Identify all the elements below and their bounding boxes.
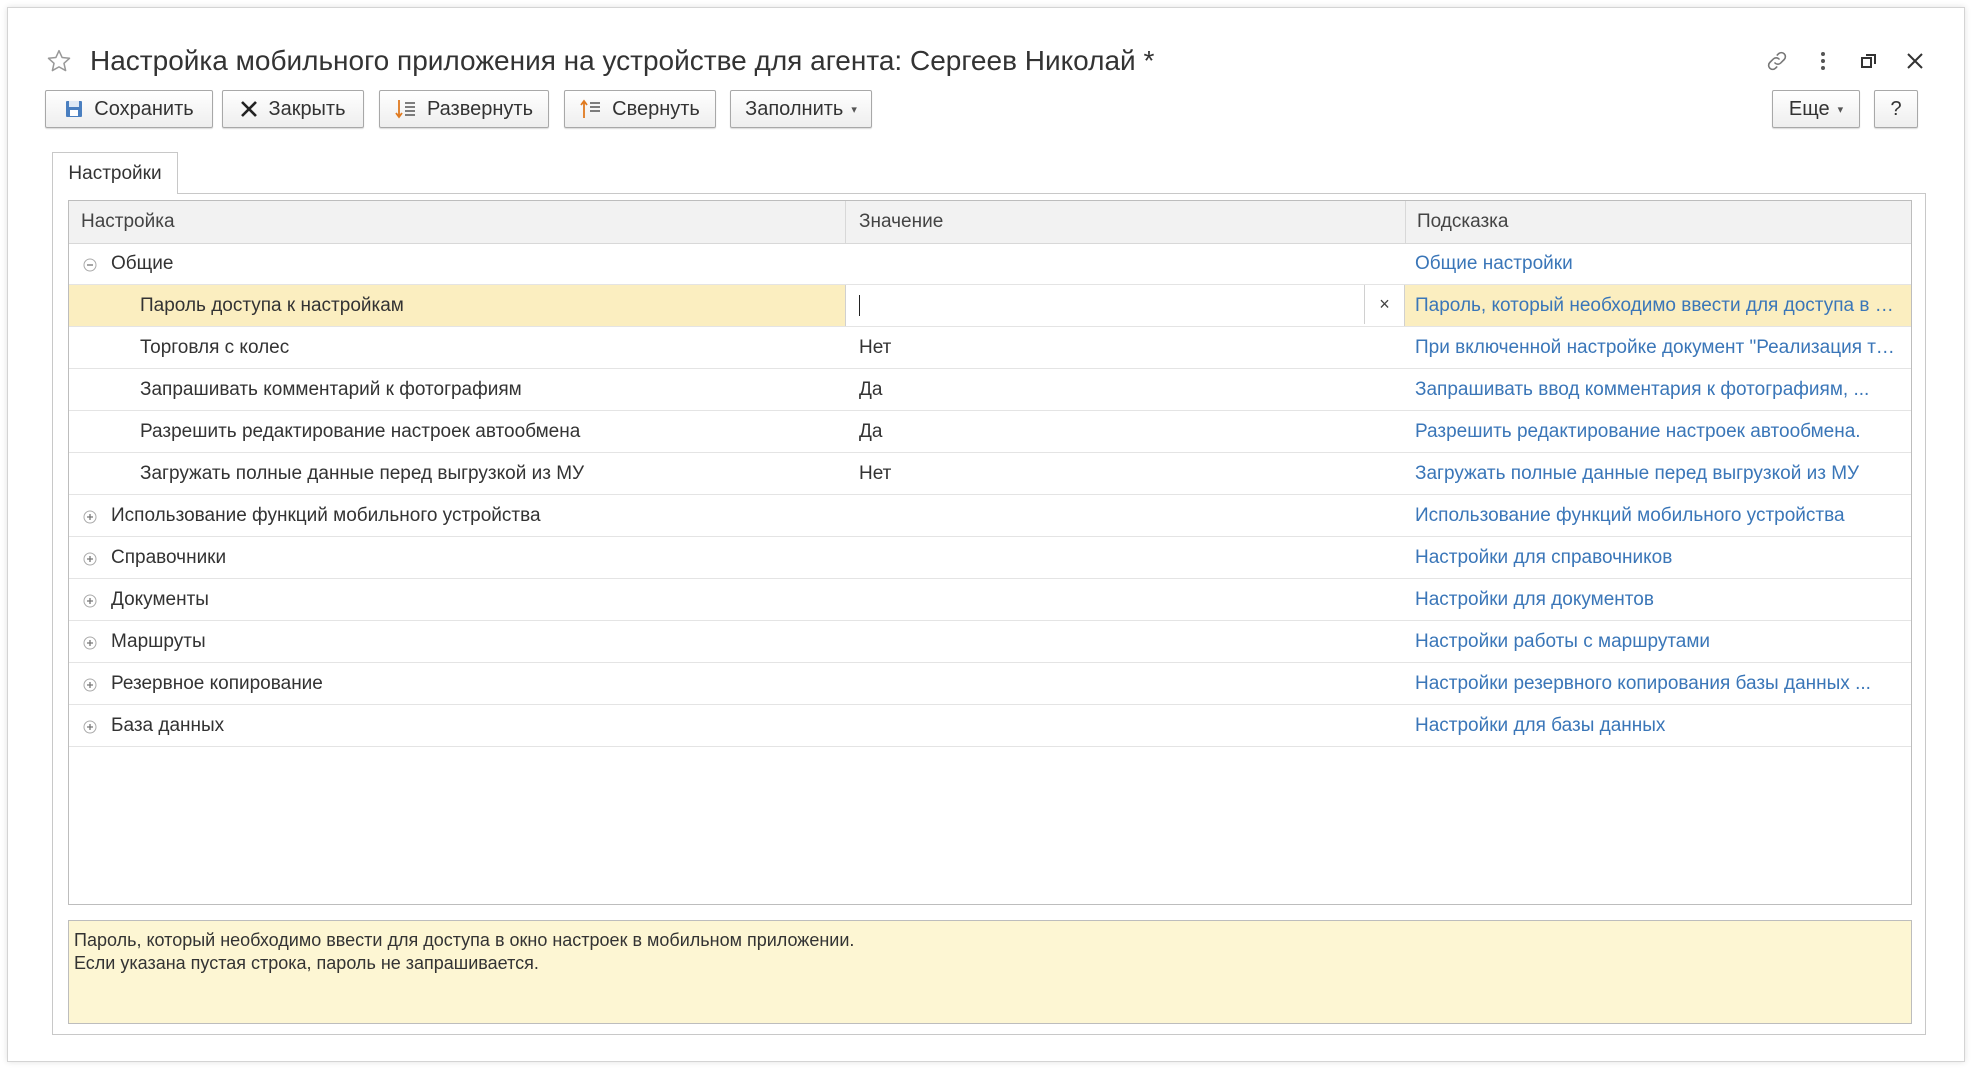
tree-group-row[interactable]: Резервное копирование Настройки резервно… <box>69 663 1911 705</box>
row-name: Справочники <box>111 547 227 568</box>
title-bar: Настройка мобильного приложения на устро… <box>8 8 1964 78</box>
grid-header: Настройка Значение Подсказка <box>69 201 1911 244</box>
save-button[interactable]: Сохранить <box>45 90 213 128</box>
close-window-icon[interactable] <box>1902 48 1928 74</box>
table-row[interactable]: Запрашивать комментарий к фотографиям Да… <box>69 369 1911 411</box>
close-label: Закрыть <box>268 97 346 120</box>
text-caret <box>859 295 860 316</box>
tab-panel: Настройка Значение Подсказка Общие Общие… <box>52 193 1926 1035</box>
tree-group-row[interactable]: Справочники Настройки для справочников <box>69 537 1911 579</box>
window-title: Настройка мобильного приложения на устро… <box>90 45 1155 76</box>
expand-label: Развернуть <box>426 97 533 120</box>
row-name: Запрашивать комментарий к фотографиям <box>140 379 522 400</box>
hint-panel: Пароль, который необходимо ввести для до… <box>68 920 1912 1024</box>
tab-settings-label: Настройки <box>68 162 162 184</box>
row-name: Маршруты <box>111 631 206 652</box>
restore-window-icon[interactable] <box>1856 48 1882 74</box>
hint-panel-line: Если указана пустая строка, пароль не за… <box>74 953 539 973</box>
row-hint-link[interactable]: Запрашивать ввод комментария к фотографи… <box>1415 369 1895 410</box>
expand-tree-icon <box>395 98 417 120</box>
row-name: Торговля с колес <box>140 337 290 358</box>
password-input[interactable] <box>846 285 1375 326</box>
fill-dropdown-button[interactable]: Заполнить ▾ <box>730 90 872 128</box>
row-value[interactable]: Да <box>859 369 882 410</box>
more-label: Еще <box>1788 97 1830 120</box>
close-button[interactable]: Закрыть <box>222 90 364 128</box>
row-value[interactable]: Нет <box>859 327 891 368</box>
column-header-value[interactable]: Значение <box>845 201 1405 243</box>
row-name: Документы <box>111 589 209 610</box>
tree-expand-plus-icon[interactable] <box>83 676 97 692</box>
row-name: Резервное копирование <box>111 673 323 694</box>
row-name: Использование функций мобильного устройс… <box>111 505 541 526</box>
password-field[interactable]: × <box>845 285 1405 326</box>
tree-expand-plus-icon[interactable] <box>83 718 97 734</box>
row-hint-link[interactable]: Использование функций мобильного устройс… <box>1415 495 1895 536</box>
row-hint-link[interactable]: Настройки резервного копирования базы да… <box>1415 663 1895 704</box>
row-hint-link[interactable]: При включенной настройке документ "Реали… <box>1415 327 1895 368</box>
link-icon[interactable] <box>1764 48 1790 74</box>
column-header-hint[interactable]: Подсказка <box>1405 201 1911 243</box>
save-icon <box>64 99 84 119</box>
tree-expand-plus-icon[interactable] <box>83 634 97 650</box>
tree-group-row[interactable]: Использование функций мобильного устройс… <box>69 495 1911 537</box>
table-row[interactable]: Разрешить редактирование настроек автооб… <box>69 411 1911 453</box>
tree-group-row[interactable]: База данных Настройки для базы данных <box>69 705 1911 747</box>
column-header-setting[interactable]: Настройка <box>69 201 845 243</box>
expand-button[interactable]: Развернуть <box>379 90 549 128</box>
table-row[interactable]: Торговля с колес Нет При включенной наст… <box>69 327 1911 369</box>
help-label: ? <box>1890 97 1902 120</box>
tree-group-row[interactable]: Маршруты Настройки работы с маршрутами <box>69 621 1911 663</box>
tree-group-row[interactable]: Документы Настройки для документов <box>69 579 1911 621</box>
row-name: База данных <box>111 715 225 736</box>
row-name: Общие <box>111 253 174 274</box>
row-hint-link[interactable]: Настройки для документов <box>1415 579 1895 620</box>
row-hint-link[interactable]: Настройки для справочников <box>1415 537 1895 578</box>
fill-label: Заполнить <box>745 97 844 120</box>
collapse-tree-icon <box>580 98 602 120</box>
more-vertical-icon[interactable] <box>1810 48 1836 74</box>
hint-panel-line: Пароль, который необходимо ввести для до… <box>74 930 855 950</box>
collapse-label: Свернуть <box>612 97 700 120</box>
tab-settings[interactable]: Настройки <box>52 152 178 194</box>
help-button[interactable]: ? <box>1874 90 1918 128</box>
clear-x-icon[interactable]: × <box>1364 285 1404 324</box>
form-window: Настройка мобильного приложения на устро… <box>7 7 1965 1062</box>
row-hint-link[interactable]: Настройки работы с маршрутами <box>1415 621 1895 662</box>
row-name: Разрешить редактирование настроек автооб… <box>140 421 581 442</box>
row-value[interactable]: Да <box>859 411 882 452</box>
toolbar: Сохранить Закрыть Развернуть Свернуть За… <box>8 90 1964 134</box>
tree-collapse-minus-icon[interactable] <box>83 256 97 272</box>
close-x-icon <box>240 100 258 118</box>
row-value[interactable]: Нет <box>859 453 891 494</box>
row-hint-link[interactable]: Загружать полные данные перед выгрузкой … <box>1415 453 1895 494</box>
row-hint-link[interactable]: Общие настройки <box>1415 243 1895 284</box>
star-icon[interactable] <box>46 48 72 74</box>
more-dropdown-button[interactable]: Еще ▾ <box>1772 90 1860 128</box>
tree-expand-plus-icon[interactable] <box>83 592 97 608</box>
row-hint-link[interactable]: Пароль, который необходимо ввести для до… <box>1415 285 1895 326</box>
tree-expand-plus-icon[interactable] <box>83 550 97 566</box>
row-hint-link[interactable]: Разрешить редактирование настроек автооб… <box>1415 411 1895 452</box>
save-label: Сохранить <box>94 97 194 120</box>
settings-grid: Настройка Значение Подсказка Общие Общие… <box>68 200 1912 905</box>
chevron-down-icon: ▾ <box>1837 103 1844 116</box>
row-hint-link[interactable]: Настройки для базы данных <box>1415 705 1895 746</box>
tree-expand-plus-icon[interactable] <box>83 508 97 524</box>
chevron-down-icon: ▾ <box>851 103 857 116</box>
tree-group-row[interactable]: Общие Общие настройки <box>69 243 1911 285</box>
collapse-button[interactable]: Свернуть <box>564 90 716 128</box>
table-row[interactable]: Пароль доступа к настройкам × Пароль, ко… <box>69 285 1911 327</box>
table-row[interactable]: Загружать полные данные перед выгрузкой … <box>69 453 1911 495</box>
row-name: Пароль доступа к настройкам <box>140 295 404 316</box>
row-name: Загружать полные данные перед выгрузкой … <box>140 463 585 484</box>
